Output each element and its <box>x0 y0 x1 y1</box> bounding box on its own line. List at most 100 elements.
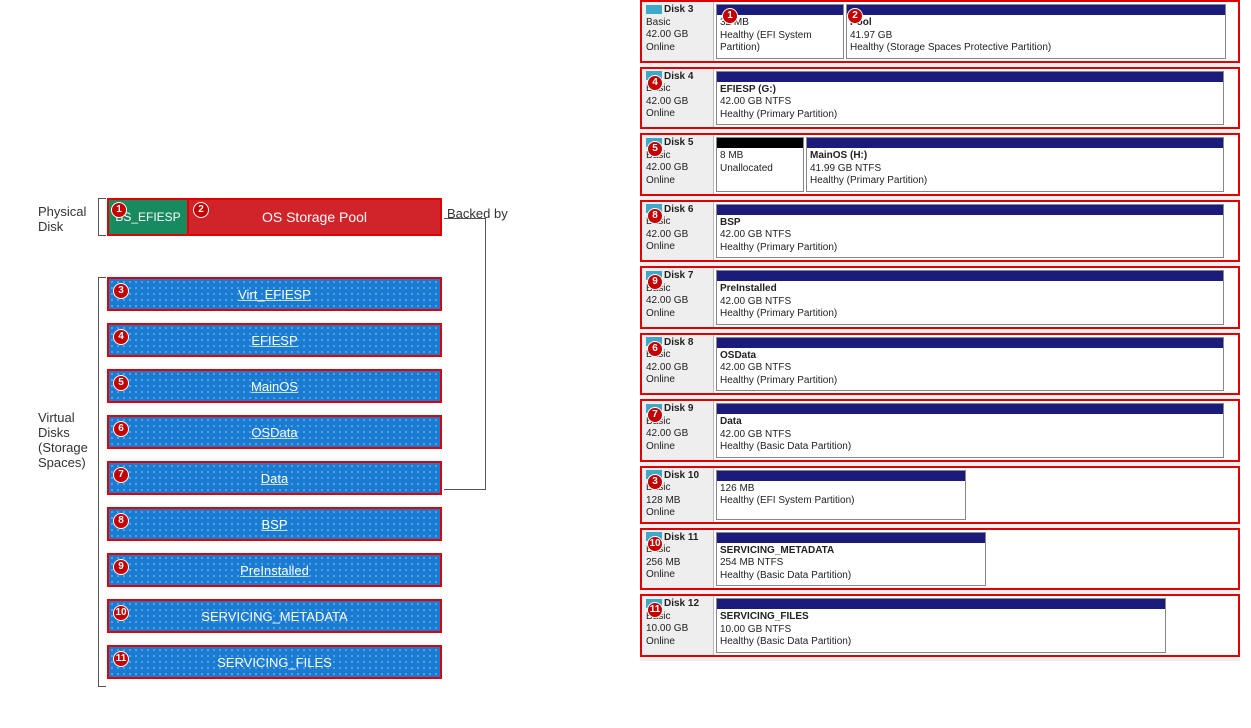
disk-name: Disk 4 <box>664 71 693 82</box>
dm-row-disk-5: 5Disk 5Basic42.00 GBOnline8 MBUnallocate… <box>640 133 1240 196</box>
partition-title: BSP <box>720 217 741 228</box>
partition-stripe <box>847 5 1225 15</box>
disk-name: Disk 5 <box>664 137 693 148</box>
partition: PreInstalled 42.00 GB NTFSHealthy (Primar… <box>716 270 1224 325</box>
badge-4: 4 <box>113 329 129 345</box>
bracket-vdisks <box>98 277 106 687</box>
disk-status: Online <box>646 175 675 186</box>
vdisk-servicing_files: 11SERVICING_FILES <box>107 645 442 679</box>
vdisk-label: EFIESP <box>251 333 297 348</box>
dm-row-disk-12: 11Disk 12Basic10.00 GBOnlineSERVICING_FI… <box>640 594 1240 657</box>
vdisk-bsp: 8BSP <box>107 507 442 541</box>
disk-name: Disk 7 <box>664 270 693 281</box>
vdisk-preinstalled: 9PreInstalled <box>107 553 442 587</box>
vdisk-data: 7Data <box>107 461 442 495</box>
vdisk-label: SERVICING_METADATA <box>201 609 347 624</box>
partition-status: Healthy (Storage Spaces Protective Parti… <box>850 42 1051 53</box>
disk-status: Online <box>646 569 675 580</box>
dm-badge-1: 1 <box>722 8 738 24</box>
label-physical-disk: Physical Disk <box>38 204 98 234</box>
vdisk-mainos: 5MainOS <box>107 369 442 403</box>
bracket-backed-by <box>444 218 486 490</box>
partition-title: EFIESP (G:) <box>720 84 776 95</box>
partition-size: 8 MB <box>720 150 743 161</box>
partition-size: 42.00 GB NTFS <box>720 429 791 440</box>
partition-stripe <box>717 205 1223 215</box>
vdisk-label: SERVICING_FILES <box>217 655 332 670</box>
dm-partitions: SERVICING_FILES10.00 GB NTFSHealthy (Bas… <box>714 596 1238 655</box>
partition-stripe <box>807 138 1223 148</box>
partition-status: Healthy (Basic Data Partition) <box>720 636 851 647</box>
disk-size: 10.00 GB <box>646 623 688 634</box>
partition-status: Healthy (Primary Partition) <box>720 242 837 253</box>
dm-badge-3: 3 <box>647 474 663 490</box>
dm-row-disk-9: 7Disk 9Basic42.00 GBOnlineData42.00 GB N… <box>640 399 1240 462</box>
partition-title: PreInstalled <box>720 283 777 294</box>
vdisk-osdata: 6OSData <box>107 415 442 449</box>
partition: SERVICING_METADATA254 MB NTFSHealthy (Ba… <box>716 532 986 587</box>
dm-partitions: EFIESP (G:)42.00 GB NTFSHealthy (Primary… <box>714 69 1238 128</box>
disk-status: Online <box>646 241 675 252</box>
disk-name: Disk 10 <box>664 470 699 481</box>
dm-partitions: BSP42.00 GB NTFS Healthy (Primary Partiti… <box>714 202 1238 261</box>
dm-badge-11: 11 <box>647 602 663 618</box>
disk-name: Disk 8 <box>664 337 693 348</box>
vdisk-servicing_metadata: 10 SERVICING_METADATA <box>107 599 442 633</box>
dm-row-disk-8: 6Disk 8Basic42.00 GBOnlineOSData42.00 GB… <box>640 333 1240 396</box>
partition-stripe <box>717 338 1223 348</box>
dm-partitions: SERVICING_METADATA254 MB NTFSHealthy (Ba… <box>714 530 1238 589</box>
dm-badge-9: 9 <box>647 274 663 290</box>
dm-badge-6: 6 <box>647 341 663 357</box>
disk-status: Online <box>646 507 675 518</box>
disk-management-panel: 12Disk 3Basic42.00 GBOnline32 MBHealthy … <box>640 0 1240 661</box>
badge-2: 2 <box>193 202 209 218</box>
partition-size: 42.00 GB NTFS <box>720 229 791 240</box>
partition-size: 126 MB <box>720 483 754 494</box>
partition-status: Healthy (EFI System Partition) <box>720 30 812 54</box>
partition-title: MainOS (H:) <box>810 150 867 161</box>
disk-size: 42.00 GB <box>646 295 688 306</box>
label-virtual-disks: Virtual Disks (Storage Spaces) <box>38 410 98 470</box>
disk-size: 256 MB <box>646 557 680 568</box>
dm-row-disk-10: 3Disk 10Basic128 MBOnline126 MBHealthy (… <box>640 466 1240 524</box>
dm-badge-5: 5 <box>647 141 663 157</box>
vdisk-label: Data <box>261 471 288 486</box>
disk-name: Disk 9 <box>664 403 693 414</box>
vdisk-label: MainOS <box>251 379 298 394</box>
partition-os-pool: 2 OS Storage Pool <box>187 200 440 234</box>
partition-size: 42.00 GB NTFS <box>720 296 791 307</box>
partition-status: Healthy (Primary Partition) <box>720 308 837 319</box>
partition-title: OSData <box>720 350 756 361</box>
disk-size: 42.00 GB <box>646 428 688 439</box>
partition-title: SERVICING_METADATA <box>720 545 834 556</box>
dm-badge-2: 2 <box>847 8 863 24</box>
vdisk-virt_efiesp: 3Virt_EFIESP <box>107 277 442 311</box>
partition-stripe <box>717 599 1165 609</box>
badge-8: 8 <box>113 513 129 529</box>
badge-6: 6 <box>113 421 129 437</box>
vdisk-efiesp: 4 EFIESP <box>107 323 442 357</box>
partition-status: Healthy (Primary Partition) <box>720 375 837 386</box>
disk-size: 42.00 GB <box>646 29 688 40</box>
partition: OSData42.00 GB NTFS Healthy (Primary Part… <box>716 337 1224 392</box>
disk-status: Online <box>646 636 675 647</box>
dm-badge-8: 8 <box>647 208 663 224</box>
partition-size: 42.00 GB NTFS <box>720 362 791 373</box>
dm-partitions: OSData42.00 GB NTFS Healthy (Primary Part… <box>714 335 1238 394</box>
disk-size: 42.00 GB <box>646 162 688 173</box>
dm-row-disk-4: 4Disk 4Basic42.00 GBOnlineEFIESP (G:)42.… <box>640 67 1240 130</box>
disk-status: Online <box>646 308 675 319</box>
partition-stripe <box>717 404 1223 414</box>
dm-partitions: PreInstalled 42.00 GB NTFSHealthy (Primar… <box>714 268 1238 327</box>
dm-info: Disk 3 Basic42.00 GB Online <box>642 2 714 61</box>
disk-name: Disk 12 <box>664 598 699 609</box>
partition-status: Healthy (EFI System Partition) <box>720 495 854 506</box>
dm-badge-7: 7 <box>647 407 663 423</box>
badge-10: 10 <box>113 605 129 621</box>
vdisk-label: PreInstalled <box>240 563 309 578</box>
vdisk-label: Virt_EFIESP <box>238 287 311 302</box>
disk-size: 128 MB <box>646 495 680 506</box>
disk-type: Basic <box>646 17 670 28</box>
disk-status: Online <box>646 42 675 53</box>
disk-name: Disk 3 <box>664 4 693 15</box>
